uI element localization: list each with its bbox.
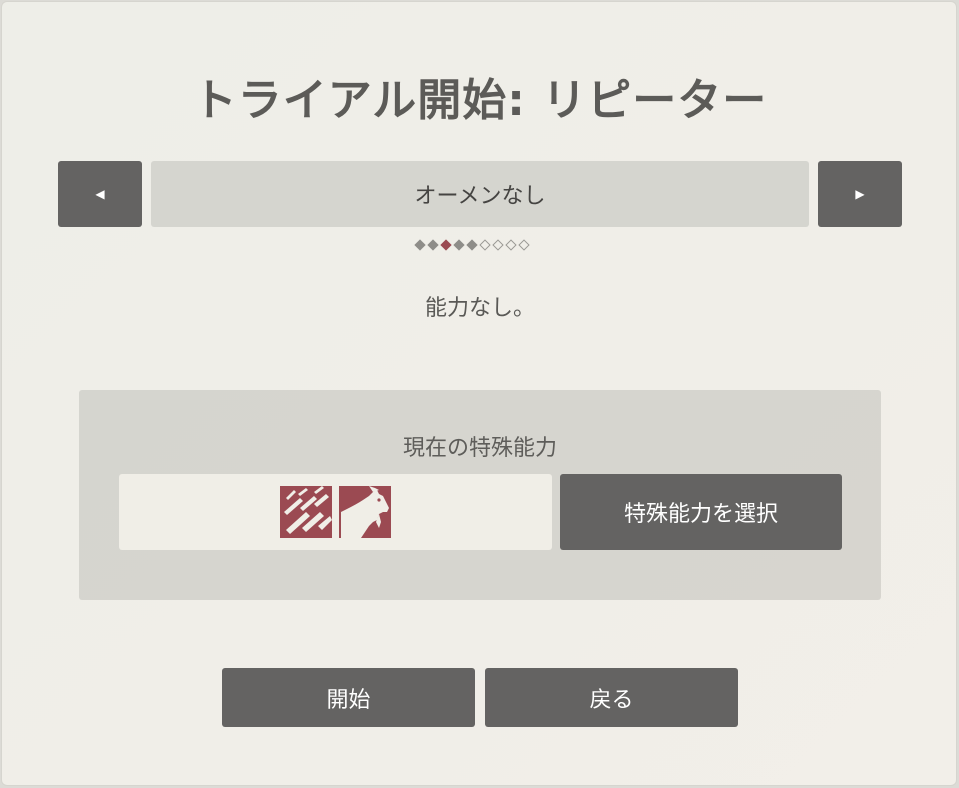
right-arrow-icon: ▶ xyxy=(855,187,865,201)
pager-dot-4 xyxy=(453,239,465,251)
left-arrow-icon: ◀ xyxy=(95,187,105,201)
back-button[interactable]: 戻る xyxy=(485,668,738,727)
pager-dot-5 xyxy=(466,239,478,251)
trial-start-dialog: トライアル開始: リピーター ◀ オーメンなし ▶ 能力なし。 現在の特殊能力 xyxy=(1,1,957,786)
pager-dot-2 xyxy=(427,239,439,251)
goat-icon[interactable] xyxy=(339,486,391,538)
pager-dot-7 xyxy=(492,239,504,251)
pager-dot-3-active xyxy=(440,239,452,251)
pager-dot-8 xyxy=(505,239,517,251)
pager-dot-9 xyxy=(518,239,530,251)
page-title: トライアル開始: リピーター xyxy=(192,75,768,126)
omen-description: 能力なし。 xyxy=(424,296,535,321)
abilities-panel: 現在の特殊能力 特殊能力を選択 xyxy=(79,390,881,600)
omen-pager-indicator xyxy=(414,239,530,251)
previous-omen-button[interactable]: ◀ xyxy=(58,161,142,227)
omen-selector: オーメンなし xyxy=(151,161,809,227)
current-abilities-box xyxy=(119,474,552,550)
next-omen-button[interactable]: ▶ xyxy=(818,161,902,227)
rain-streaks-icon[interactable] xyxy=(280,486,332,538)
select-abilities-button[interactable]: 特殊能力を選択 xyxy=(560,474,842,550)
omen-name: オーメンなし xyxy=(414,184,546,209)
start-button[interactable]: 開始 xyxy=(222,668,475,727)
abilities-label: 現在の特殊能力 xyxy=(402,436,557,461)
pager-dot-6 xyxy=(479,239,491,251)
pager-dot-1 xyxy=(414,239,426,251)
